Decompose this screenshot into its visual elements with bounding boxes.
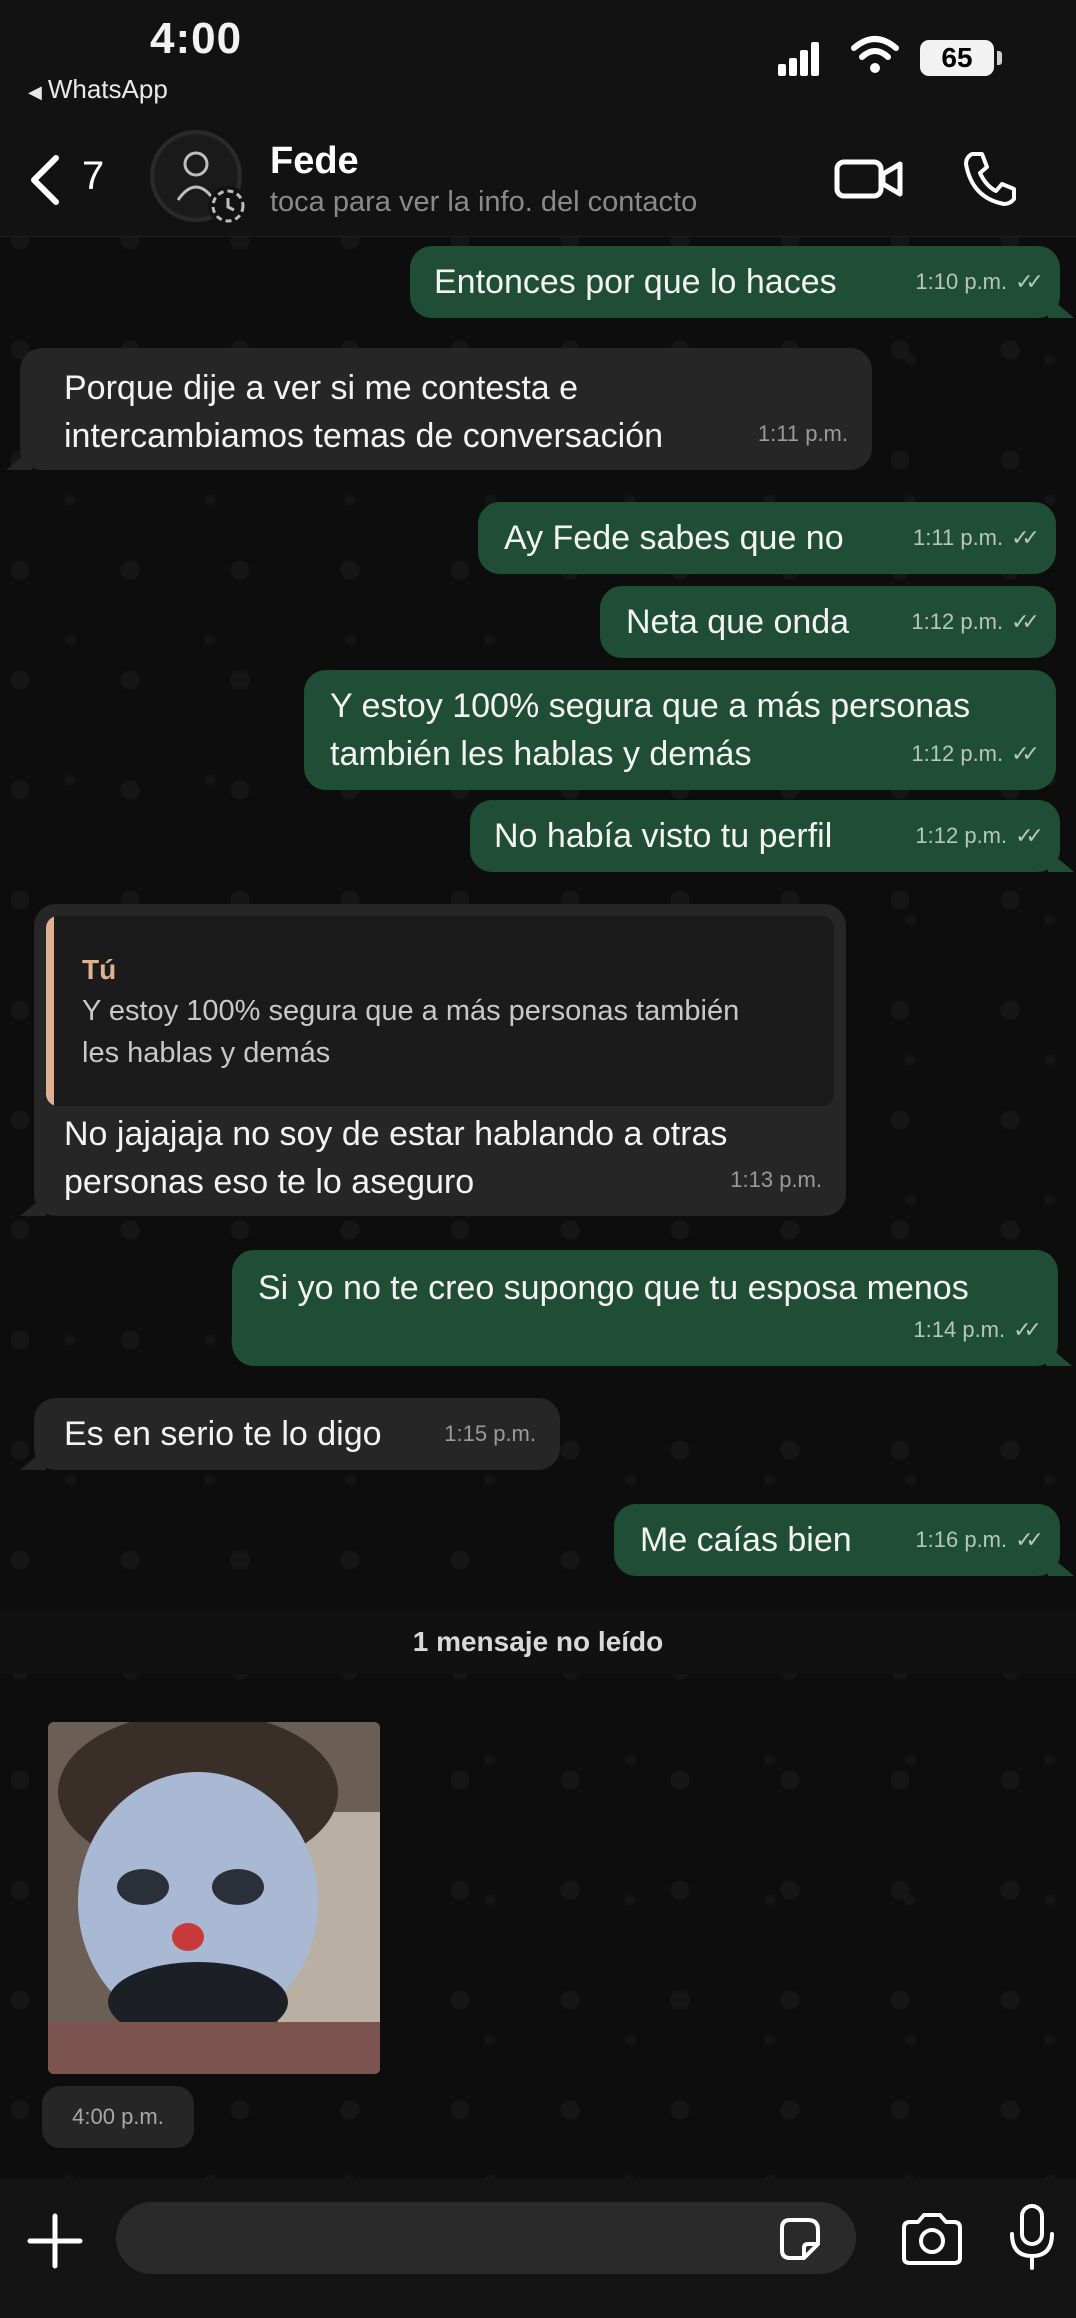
read-receipt-icon: ✓✓ <box>1015 269 1044 294</box>
incoming-message[interactable]: Es en serio te lo digo 1:15 p.m. <box>20 1398 560 1470</box>
back-triangle-icon: ◀ <box>28 82 42 102</box>
bubble-tail <box>20 1448 46 1470</box>
photo-timestamp: 4:00 p.m. <box>42 2086 194 2148</box>
battery-nub <box>997 51 1002 65</box>
received-photo[interactable] <box>48 1722 380 2074</box>
sticker-icon[interactable] <box>776 2216 822 2262</box>
quote-text: Y estoy 100% segura que a más personas t… <box>82 990 822 1074</box>
video-camera-icon[interactable] <box>834 154 904 204</box>
back-app-label: WhatsApp <box>47 74 168 104</box>
read-receipt-icon: ✓✓ <box>1011 741 1040 766</box>
chat-header: 7 Fede toca para ver la info. del contac… <box>0 120 1076 237</box>
outgoing-message[interactable]: No había visto tu perfil 1:12 p.m. ✓✓ <box>470 800 1074 872</box>
message-time: 1:12 p.m. <box>911 741 1004 766</box>
cellular-signal-icon <box>778 40 820 76</box>
message-meta: 1:16 p.m. ✓✓ <box>915 1516 1044 1564</box>
quote-author: Tú <box>82 954 117 985</box>
bubble-tail <box>1048 296 1074 318</box>
unread-messages-banner: 1 mensaje no leído <box>0 1610 1076 1674</box>
bubble-tail <box>1048 1554 1074 1576</box>
message-time: 1:13 p.m. <box>730 1167 822 1192</box>
incoming-message[interactable]: Porque dije a ver si me contesta e inter… <box>6 348 872 470</box>
phone-icon[interactable] <box>960 148 1018 208</box>
message-text-line: Porque dije a ver si me contesta e <box>64 369 579 407</box>
back-chevron-icon[interactable] <box>26 150 66 210</box>
bubble-tail <box>1048 850 1074 872</box>
message-meta: 1:10 p.m. ✓✓ <box>915 258 1044 306</box>
message-time: 1:11 p.m. <box>757 421 848 446</box>
read-receipt-icon: ✓✓ <box>1015 1527 1044 1552</box>
microphone-icon[interactable] <box>1008 2204 1056 2272</box>
status-ring-icon <box>208 186 248 226</box>
bubble-tail <box>6 448 32 470</box>
message-text-line: personas eso te lo aseguro <box>64 1163 475 1201</box>
outgoing-message[interactable]: Y estoy 100% segura que a más personas t… <box>304 670 1056 790</box>
message-time: 1:16 p.m. <box>915 1527 1008 1552</box>
message-time: 1:12 p.m. <box>915 823 1008 848</box>
outgoing-message[interactable]: Ay Fede sabes que no 1:11 p.m. ✓✓ <box>478 502 1056 574</box>
quote-text-line: les hablas y demás <box>82 1037 331 1069</box>
read-receipt-icon: ✓✓ <box>1013 1317 1042 1342</box>
outgoing-message[interactable]: Me caías bien 1:16 p.m. ✓✓ <box>614 1504 1074 1576</box>
message-text: Si yo no te creo supongo que tu esposa m… <box>258 1269 969 1307</box>
message-meta: 1:12 p.m. ✓✓ <box>911 730 1040 778</box>
quote-text-line: Y estoy 100% segura que a más personas t… <box>82 995 740 1027</box>
message-time: 1:12 p.m. <box>911 609 1004 634</box>
wifi-icon <box>851 36 899 73</box>
read-receipt-icon: ✓✓ <box>1011 609 1040 634</box>
message-text-line: Y estoy 100% segura que a más personas <box>330 687 971 725</box>
message-time: 1:15 p.m. <box>444 1421 536 1446</box>
outgoing-message[interactable]: Neta que onda 1:12 p.m. ✓✓ <box>600 586 1056 658</box>
message-input[interactable] <box>116 2202 856 2274</box>
message-input-bar <box>0 2178 1076 2318</box>
photo-image <box>48 1722 380 2074</box>
bubble-tail <box>1046 1344 1072 1366</box>
message-meta: 1:14 p.m. ✓✓ <box>913 1306 1042 1354</box>
message-time: 1:14 p.m. <box>913 1317 1006 1342</box>
reply-body: No jajajaja no soy de estar hablando a o… <box>64 1110 727 1206</box>
message-time: 1:11 p.m. <box>913 525 1004 550</box>
unread-chats-count[interactable]: 7 <box>82 154 104 199</box>
message-meta: 1:11 p.m. ✓✓ <box>913 514 1040 562</box>
battery-icon: 65 <box>920 40 994 76</box>
contact-name[interactable]: Fede <box>270 140 359 183</box>
message-text-line: No jajajaja no soy de estar hablando a o… <box>64 1115 728 1153</box>
plus-icon[interactable] <box>26 2212 84 2270</box>
back-to-app-link[interactable]: ◀ WhatsApp <box>28 74 168 105</box>
incoming-reply-message[interactable]: Tú Y estoy 100% segura que a más persona… <box>20 904 846 1216</box>
message-meta: 1:12 p.m. ✓✓ <box>915 812 1044 860</box>
read-receipt-icon: ✓✓ <box>1015 823 1044 848</box>
quoted-message[interactable]: Tú Y estoy 100% segura que a más persona… <box>46 916 834 1106</box>
bubble-tail <box>20 1194 46 1216</box>
outgoing-message[interactable]: Entonces por que lo haces 1:10 p.m. ✓✓ <box>410 246 1074 318</box>
read-receipt-icon: ✓✓ <box>1011 525 1040 550</box>
message-time: 1:10 p.m. <box>915 269 1008 294</box>
quote-accent-bar <box>46 916 54 1106</box>
message-meta: 1:12 p.m. ✓✓ <box>911 598 1040 646</box>
message-text-line: intercambiamos temas de conversación <box>64 417 664 455</box>
contact-info-hint[interactable]: toca para ver la info. del contacto <box>270 186 697 219</box>
camera-icon[interactable] <box>900 2212 964 2266</box>
status-bar: 4:00 ◀ WhatsApp 65 <box>0 0 1076 120</box>
outgoing-message[interactable]: Si yo no te creo supongo que tu esposa m… <box>232 1250 1072 1366</box>
status-time: 4:00 <box>150 14 243 63</box>
